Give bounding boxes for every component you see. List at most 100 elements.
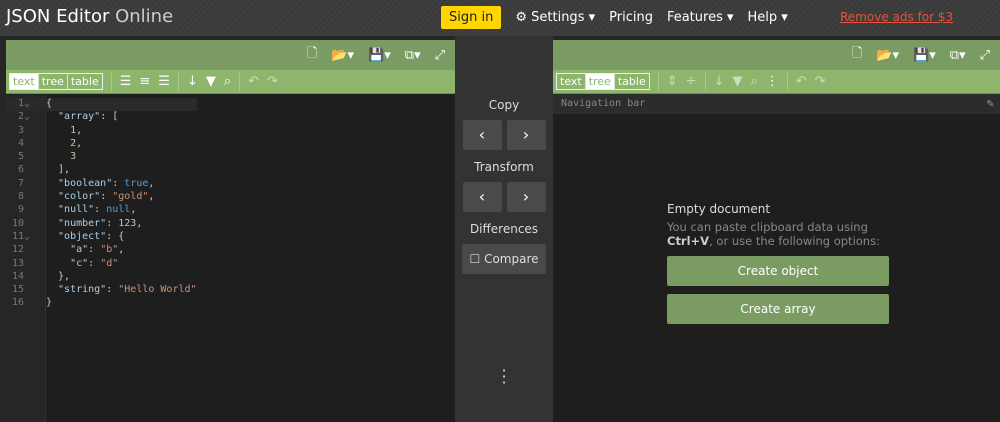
line-number: 7 bbox=[17, 177, 30, 189]
logo[interactable]: JSON Editor Online bbox=[6, 6, 173, 27]
line-content: "color": "gold", bbox=[46, 191, 155, 203]
line-content: "string": "Hello World" bbox=[46, 284, 197, 296]
edit-icon[interactable]: ✎ bbox=[987, 96, 994, 110]
sort-icon[interactable]: ↓ bbox=[714, 74, 725, 89]
line-content: "array": [ bbox=[46, 111, 119, 123]
tab-text[interactable]: text bbox=[10, 74, 39, 89]
remove-ads-link[interactable]: Remove ads for $3 bbox=[840, 10, 953, 24]
line-number: 3 bbox=[17, 124, 30, 136]
code-line: 15 "string": "Hello World" bbox=[6, 284, 197, 297]
fullscreen-icon[interactable]: ⤢ bbox=[980, 48, 990, 63]
code-line: 5 3 bbox=[6, 151, 197, 164]
tab-table[interactable]: table bbox=[68, 74, 102, 89]
help-menu[interactable]: Help ▾ bbox=[748, 10, 788, 25]
copy-left-button[interactable]: ‹ bbox=[462, 120, 502, 150]
copy-label: Copy bbox=[488, 98, 520, 112]
compact-icon[interactable]: ≡ bbox=[139, 74, 150, 89]
filter-icon[interactable]: ▼ bbox=[732, 74, 742, 89]
sign-in-button[interactable]: Sign in bbox=[441, 6, 502, 29]
tab-table[interactable]: table bbox=[615, 74, 649, 89]
left-menu-bar: 🗋 📂▾ 💾▾ ⧉▾ ⤢ bbox=[6, 40, 455, 70]
open-icon[interactable]: 📂▾ bbox=[331, 48, 354, 63]
search-icon[interactable]: ⌕ bbox=[224, 74, 231, 89]
copy-right-button[interactable]: › bbox=[506, 120, 546, 150]
code-editor[interactable]: 1⌄{2⌄ "array": [3 1, 4 2, 5 36 ], 7 "boolea… bbox=[6, 98, 197, 311]
filter-icon[interactable]: ▼ bbox=[206, 74, 216, 89]
save-icon[interactable]: 💾▾ bbox=[913, 48, 936, 63]
settings-menu[interactable]: ⚙ Settings ▾ bbox=[515, 10, 595, 25]
code-line: 16 } bbox=[6, 297, 197, 310]
left-toolbar: text tree table ☰ ≡ ☰ ↓ ▼ ⌕ ↶ ↷ bbox=[6, 70, 455, 94]
more-icon[interactable]: · · · bbox=[455, 363, 553, 391]
code-line: 3 1, bbox=[6, 125, 197, 138]
transform-right-button[interactable]: › bbox=[506, 182, 546, 212]
code-line: 14 }, bbox=[6, 271, 197, 284]
line-number: 8 bbox=[17, 191, 30, 203]
features-menu[interactable]: Features ▾ bbox=[667, 10, 734, 25]
pricing-link[interactable]: Pricing bbox=[609, 10, 653, 25]
search-icon[interactable]: ⌕ bbox=[750, 74, 757, 89]
more-icon[interactable]: ⋮ bbox=[766, 74, 779, 89]
line-content: "c": "d" bbox=[46, 257, 119, 269]
code-line: 7 "boolean": true, bbox=[6, 178, 197, 191]
right-editor: 🗋 📂▾ 💾▾ ⧉▾ ⤢ text tree table ⇕ ÷ ↓ ▼ ⌕ ⋮ ↶… bbox=[553, 40, 1000, 422]
format-icon[interactable]: ☰ bbox=[120, 74, 132, 89]
undo-icon[interactable]: ↶ bbox=[796, 74, 807, 89]
line-number: 5 bbox=[17, 151, 30, 163]
empty-hint: You can paste clipboard data using Ctrl+V… bbox=[667, 220, 880, 248]
line-content: "null": null, bbox=[46, 204, 137, 216]
line-number: 4 bbox=[17, 137, 30, 149]
transform-left-button[interactable]: ‹ bbox=[462, 182, 502, 212]
middle-actions: Copy ‹ › Transform ‹ › Differences ☐ Compa… bbox=[455, 36, 553, 422]
line-number: 11⌄ bbox=[11, 230, 30, 242]
line-content: }, bbox=[46, 270, 71, 282]
line-number: 10 bbox=[11, 217, 30, 229]
line-content: } bbox=[46, 297, 53, 309]
right-toolbar: text tree table ⇕ ÷ ↓ ▼ ⌕ ⋮ ↶ ↷ bbox=[553, 70, 1000, 94]
line-content: "number": 123, bbox=[46, 217, 143, 229]
line-number: 2⌄ bbox=[17, 111, 30, 123]
transform-label: Transform bbox=[474, 160, 534, 174]
sort-icon[interactable]: ↓ bbox=[187, 74, 198, 89]
copy-icon[interactable]: ⧉▾ bbox=[950, 48, 966, 63]
save-icon[interactable]: 💾▾ bbox=[368, 48, 391, 63]
line-content: { bbox=[46, 98, 53, 109]
expand-all-icon[interactable]: ⇕ bbox=[667, 74, 678, 89]
tab-tree[interactable]: tree bbox=[39, 74, 68, 89]
line-content: 2, bbox=[46, 137, 83, 149]
open-icon[interactable]: 📂▾ bbox=[876, 48, 899, 63]
code-line: 2⌄ "array": [ bbox=[6, 111, 197, 124]
redo-icon[interactable]: ↷ bbox=[267, 74, 278, 89]
tab-text[interactable]: text bbox=[557, 74, 586, 89]
differences-label: Differences bbox=[469, 222, 539, 236]
undo-icon[interactable]: ↶ bbox=[248, 74, 259, 89]
line-number: 14 bbox=[11, 270, 30, 282]
line-content: "a": "b", bbox=[46, 244, 125, 256]
copy-icon[interactable]: ⧉▾ bbox=[405, 48, 421, 63]
line-number: 1⌄ bbox=[17, 98, 30, 109]
navigation-bar[interactable]: Navigation bar ✎ bbox=[553, 94, 1000, 114]
code-line: 13 "c": "d" bbox=[6, 258, 197, 271]
code-line: 8 "color": "gold", bbox=[6, 191, 197, 204]
line-number: 12 bbox=[11, 244, 30, 256]
line-content: 1, bbox=[46, 124, 83, 136]
right-menu-bar: 🗋 📂▾ 💾▾ ⧉▾ ⤢ bbox=[553, 40, 1000, 70]
code-line: 12 "a": "b", bbox=[6, 244, 197, 257]
code-line: 9 "null": null, bbox=[6, 204, 197, 217]
collapse-all-icon[interactable]: ÷ bbox=[686, 74, 697, 89]
tab-tree[interactable]: tree bbox=[585, 74, 615, 89]
code-line: 11⌄ "object": { bbox=[6, 231, 197, 244]
line-number: 16 bbox=[11, 297, 30, 309]
repair-icon[interactable]: ☰ bbox=[158, 74, 170, 89]
new-document-icon[interactable]: 🗋 bbox=[307, 44, 317, 66]
line-content: "object": { bbox=[46, 230, 125, 242]
create-array-button[interactable]: Create array bbox=[667, 294, 889, 324]
create-object-button[interactable]: Create object bbox=[667, 256, 889, 286]
line-content: ], bbox=[46, 164, 71, 176]
line-content: "boolean": true, bbox=[46, 177, 155, 189]
redo-icon[interactable]: ↷ bbox=[815, 74, 826, 89]
compare-button[interactable]: ☐ Compare bbox=[462, 244, 546, 274]
new-document-icon[interactable]: 🗋 bbox=[852, 44, 862, 66]
line-number: 6 bbox=[17, 164, 30, 176]
fullscreen-icon[interactable]: ⤢ bbox=[435, 48, 445, 63]
